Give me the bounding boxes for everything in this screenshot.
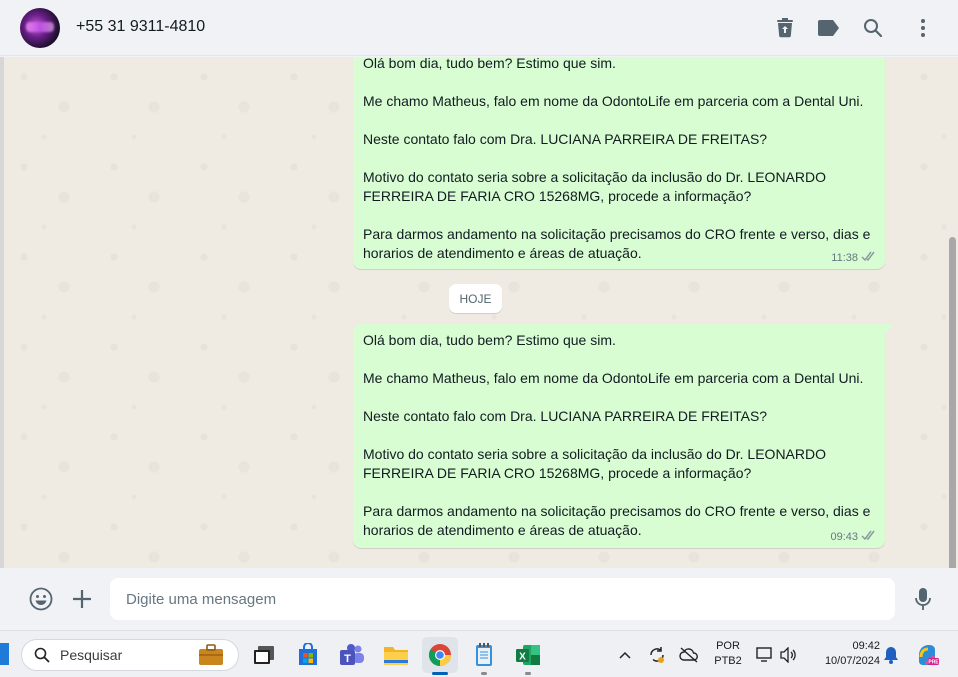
- chat-scrollbar[interactable]: [949, 237, 956, 568]
- conversation-panel[interactable]: Olá bom dia, tudo bem? Estimo que sim. M…: [4, 57, 958, 568]
- message-bubble[interactable]: Olá bom dia, tudo bem? Estimo que sim. M…: [353, 57, 885, 269]
- language-code: POR: [716, 640, 740, 652]
- contact-name[interactable]: +55 31 9311-4810: [76, 18, 205, 36]
- teams-icon[interactable]: T: [334, 637, 370, 673]
- message-meta: 11:38: [831, 251, 877, 265]
- excel-icon[interactable]: X: [510, 637, 546, 675]
- language-indicator[interactable]: POR PTB2: [708, 639, 748, 669]
- clock[interactable]: 09:42 10/07/2024: [810, 639, 880, 669]
- message-input[interactable]: [110, 578, 895, 620]
- message-time: 09:43: [830, 531, 858, 543]
- message-text: Olá bom dia, tudo bem? Estimo que sim. M…: [363, 332, 871, 538]
- notepad-icon[interactable]: [466, 637, 502, 675]
- keyboard-layout: PTB2: [714, 655, 742, 667]
- cloud-offline-icon[interactable]: [679, 645, 699, 665]
- running-indicator: [481, 672, 487, 675]
- network-icon[interactable]: [755, 645, 775, 665]
- clock-date: 10/07/2024: [824, 655, 880, 667]
- delete-icon[interactable]: [771, 14, 799, 42]
- search-label: Pesquisar: [60, 647, 123, 663]
- menu-icon[interactable]: [909, 14, 937, 42]
- message-text: Olá bom dia, tudo bem? Estimo que sim. M…: [363, 57, 871, 261]
- message-composer: [0, 568, 958, 630]
- svg-text:T: T: [344, 653, 351, 665]
- search-icon: [34, 647, 50, 663]
- notification-bell-icon[interactable]: [881, 645, 901, 665]
- microsoft-store-icon[interactable]: [290, 637, 326, 673]
- copilot-icon[interactable]: PRE: [915, 643, 939, 667]
- chat-header: +55 31 9311-4810: [0, 0, 958, 56]
- chevron-up-icon[interactable]: [615, 645, 635, 665]
- taskbar-search[interactable]: Pesquisar: [21, 639, 239, 671]
- volume-icon[interactable]: [779, 645, 799, 665]
- windows-taskbar: Pesquisar T X POR PTB2 09:42 10/07/2024 …: [0, 630, 958, 677]
- read-ticks-icon: [861, 251, 877, 265]
- svg-text:X: X: [519, 652, 526, 663]
- task-view-icon[interactable]: [246, 637, 282, 673]
- search-icon[interactable]: [859, 14, 887, 42]
- label-icon[interactable]: [815, 14, 843, 42]
- sync-icon[interactable]: [647, 645, 667, 665]
- running-indicator: [525, 672, 531, 675]
- date-separator: HOJE: [449, 284, 502, 313]
- emoji-icon[interactable]: [26, 584, 56, 614]
- attach-plus-icon[interactable]: [67, 584, 97, 614]
- work-briefcase-icon: [198, 644, 224, 671]
- active-indicator: [432, 672, 448, 675]
- file-explorer-icon[interactable]: [378, 637, 414, 673]
- clock-time: 09:42: [852, 640, 880, 652]
- bubble-tail: [885, 324, 893, 334]
- chrome-icon[interactable]: [422, 637, 458, 675]
- microphone-icon[interactable]: [908, 584, 938, 614]
- start-icon[interactable]: [0, 643, 9, 665]
- message-meta: 09:43: [830, 530, 877, 544]
- message-time: 11:38: [831, 252, 858, 264]
- svg-text:PRE: PRE: [928, 660, 939, 666]
- message-bubble[interactable]: Olá bom dia, tudo bem? Estimo que sim. M…: [353, 324, 893, 548]
- read-ticks-icon: [861, 530, 877, 544]
- contact-avatar[interactable]: [20, 8, 60, 48]
